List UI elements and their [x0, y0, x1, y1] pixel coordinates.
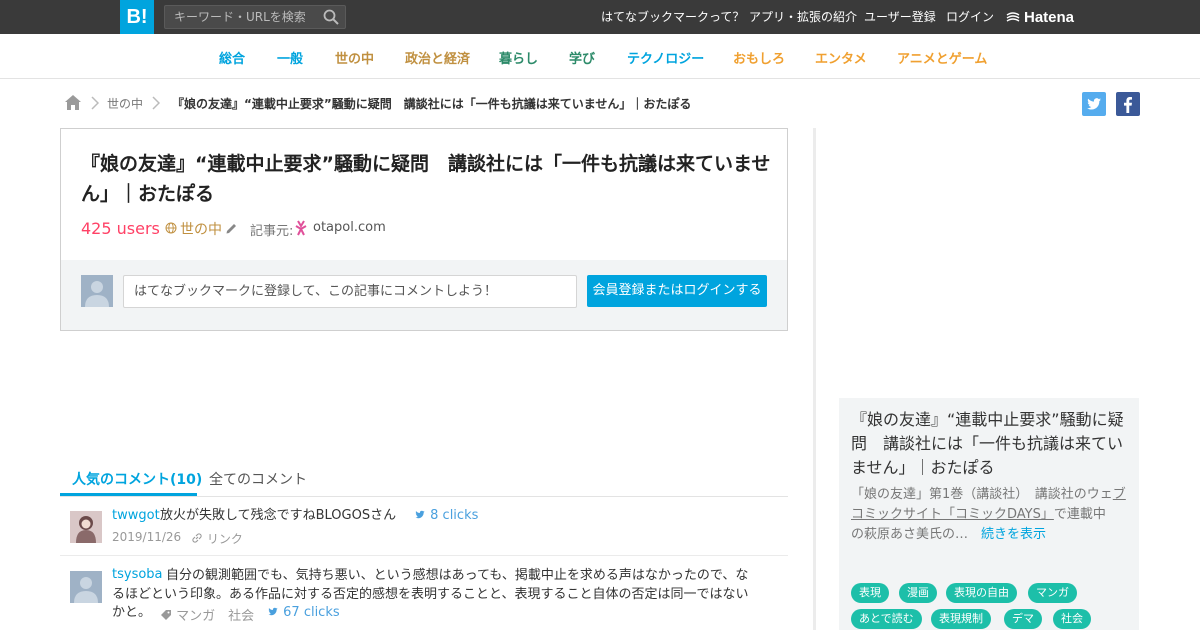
tab-all-comments[interactable]: 全てのコメント — [209, 469, 307, 489]
comment-username[interactable]: twwgot — [112, 508, 160, 523]
comment-text: かと。 — [112, 605, 152, 620]
source-label: 記事元: — [250, 224, 294, 239]
search-input[interactable]: キーワード・URLを検索 — [164, 5, 346, 29]
entry-category[interactable]: 世の中 — [180, 219, 222, 239]
comment-date[interactable]: 2019/11/26 — [112, 530, 181, 544]
summary-title[interactable]: 『娘の友達』“連載中止要求”騒動に疑問 講談社には「一件も抗議は来ていません」｜… — [851, 408, 1129, 480]
category-entertainment[interactable]: エンタメ — [815, 48, 867, 67]
facebook-share-button[interactable] — [1116, 92, 1140, 116]
tag-pill[interactable]: 表現規制 — [931, 609, 991, 629]
twitter-icon — [415, 510, 425, 519]
comment-link[interactable]: リンク — [191, 530, 243, 547]
tag-pill[interactable]: マンガ — [1028, 583, 1077, 603]
tag-pill[interactable]: 表現 — [851, 583, 889, 603]
search-icon[interactable] — [323, 9, 339, 25]
category-life[interactable]: 暮らし — [499, 48, 538, 67]
category-general[interactable]: 一般 — [277, 48, 303, 67]
hatena-brand[interactable]: Hatena — [1006, 0, 1074, 34]
search-placeholder: キーワード・URLを検索 — [174, 10, 306, 24]
tag-pill[interactable]: 漫画 — [899, 583, 937, 603]
comment-clicks[interactable]: 67 clicks — [267, 605, 340, 620]
tag-pill[interactable]: デマ — [1004, 609, 1042, 629]
twitter-share-button[interactable] — [1082, 92, 1106, 116]
twitter-icon — [268, 607, 278, 616]
avatar[interactable] — [70, 511, 102, 543]
tab-popular-comments[interactable]: 人気のコメント(10) — [72, 469, 202, 489]
summary-description: 「娘の友達」第1巻（講談社） 講談社のウェブコミックサイト「コミックDAYS」で… — [851, 485, 1131, 545]
active-tab-indicator — [60, 493, 197, 496]
avatar[interactable] — [70, 571, 102, 603]
bookmark-users-count[interactable]: 425 users — [81, 219, 160, 238]
summary-text: の萩原あさ美氏の… — [851, 527, 969, 542]
clicks-count: 67 clicks — [283, 605, 340, 620]
comment-clicks[interactable]: 8 clicks — [414, 508, 478, 523]
comment-separator — [60, 555, 788, 556]
pencil-icon[interactable] — [225, 222, 238, 235]
home-icon[interactable] — [64, 94, 82, 111]
chevron-right-icon — [152, 96, 160, 110]
entry-summary-card: 『娘の友達』“連載中止要求”騒動に疑問 講談社には「一件も抗議は来ていません」｜… — [839, 398, 1139, 630]
column-divider — [813, 128, 816, 630]
nav-apps[interactable]: アプリ・拡張の紹介 — [749, 0, 857, 34]
hatena-mark-icon — [1006, 12, 1020, 22]
comment-username[interactable]: tsysoba — [112, 567, 163, 582]
category-game[interactable]: アニメとゲーム — [897, 48, 987, 67]
tag-pill[interactable]: 表現の自由 — [946, 583, 1017, 603]
summary-text: で連載中 — [1053, 507, 1106, 522]
category-nav: 総合 一般 世の中 政治と経済 暮らし 学び テクノロジー おもしろ エンタメ … — [0, 34, 1200, 79]
summary-text: 「娘の友達」第1巻（講談社） 講談社のウェ — [851, 487, 1113, 502]
user-avatar-placeholder — [81, 275, 113, 307]
tag-icon — [161, 610, 171, 620]
comment-tag-list: マンガ 社会 — [176, 609, 255, 624]
clicks-count: 8 clicks — [430, 508, 479, 523]
user-silhouette-icon — [85, 281, 109, 307]
breadcrumb-category[interactable]: 世の中 — [107, 95, 143, 112]
nav-about[interactable]: はてなブックマークって？ — [601, 0, 744, 34]
summary-link[interactable]: 「コミックDAYS」 — [942, 507, 1054, 522]
globe-icon — [165, 222, 177, 234]
link-label: リンク — [206, 532, 243, 546]
link-icon — [192, 533, 202, 543]
comment-input[interactable]: はてなブックマークに登録して、この記事にコメントしよう！ — [123, 275, 577, 308]
category-overall[interactable]: 総合 — [219, 48, 245, 67]
comment-tabs: 人気のコメント(10) 全てのコメント — [60, 460, 788, 497]
twitter-icon — [1087, 98, 1101, 110]
hatena-bookmark-logo[interactable]: B! — [120, 0, 154, 34]
category-it[interactable]: テクノロジー — [627, 48, 704, 67]
otapol-favicon-icon — [295, 220, 307, 236]
comment-tags[interactable]: マンガ 社会 — [160, 605, 254, 624]
facebook-icon — [1124, 97, 1132, 113]
chevron-right-icon — [91, 96, 99, 110]
entry-title[interactable]: 『娘の友達』“連載中止要求”騒動に疑問 講談社には「一件も抗議は来ていません」｜… — [81, 149, 771, 209]
category-fun[interactable]: おもしろ — [733, 48, 785, 67]
comment-form: はてなブックマークに登録して、この記事にコメントしよう！ 会員登録またはログイン… — [61, 260, 787, 330]
entry-box: 『娘の友達』“連載中止要求”騒動に疑問 講談社には「一件も抗議は来ていません」｜… — [60, 128, 788, 331]
category-social[interactable]: 世の中 — [335, 48, 374, 67]
breadcrumb-title: 『娘の友達』“連載中止要求”騒動に疑問 講談社には「一件も抗議は来ていません」｜… — [172, 97, 692, 111]
global-header: B! キーワード・URLを検索 はてなブックマークって？ アプリ・拡張の紹介 ユ… — [0, 0, 1200, 34]
category-economics[interactable]: 政治と経済 — [405, 48, 470, 67]
comment-text: 自分の観測範囲でも、気持ち悪い、という感想はあっても、掲載中止を求める声はなかっ… — [166, 568, 749, 583]
source-domain[interactable]: otapol.com — [313, 220, 386, 235]
nav-signup[interactable]: ユーザー登録 — [864, 0, 936, 34]
tag-pill[interactable]: あとで読む — [851, 609, 922, 629]
nav-login[interactable]: ログイン — [946, 0, 994, 34]
show-more-link[interactable]: 続きを表示 — [981, 527, 1046, 542]
brand-label: Hatena — [1024, 8, 1075, 26]
comment-text: 放火が失敗して残念ですねBLOGOSさん — [160, 508, 397, 523]
comment-text: るほどという印象。ある作品に対する否定的感想を表明することと、表現すること自体の… — [112, 587, 749, 602]
tag-pill[interactable]: 社会 — [1053, 609, 1091, 629]
signup-login-button[interactable]: 会員登録またはログインする — [587, 275, 767, 307]
category-knowledge[interactable]: 学び — [569, 48, 595, 67]
